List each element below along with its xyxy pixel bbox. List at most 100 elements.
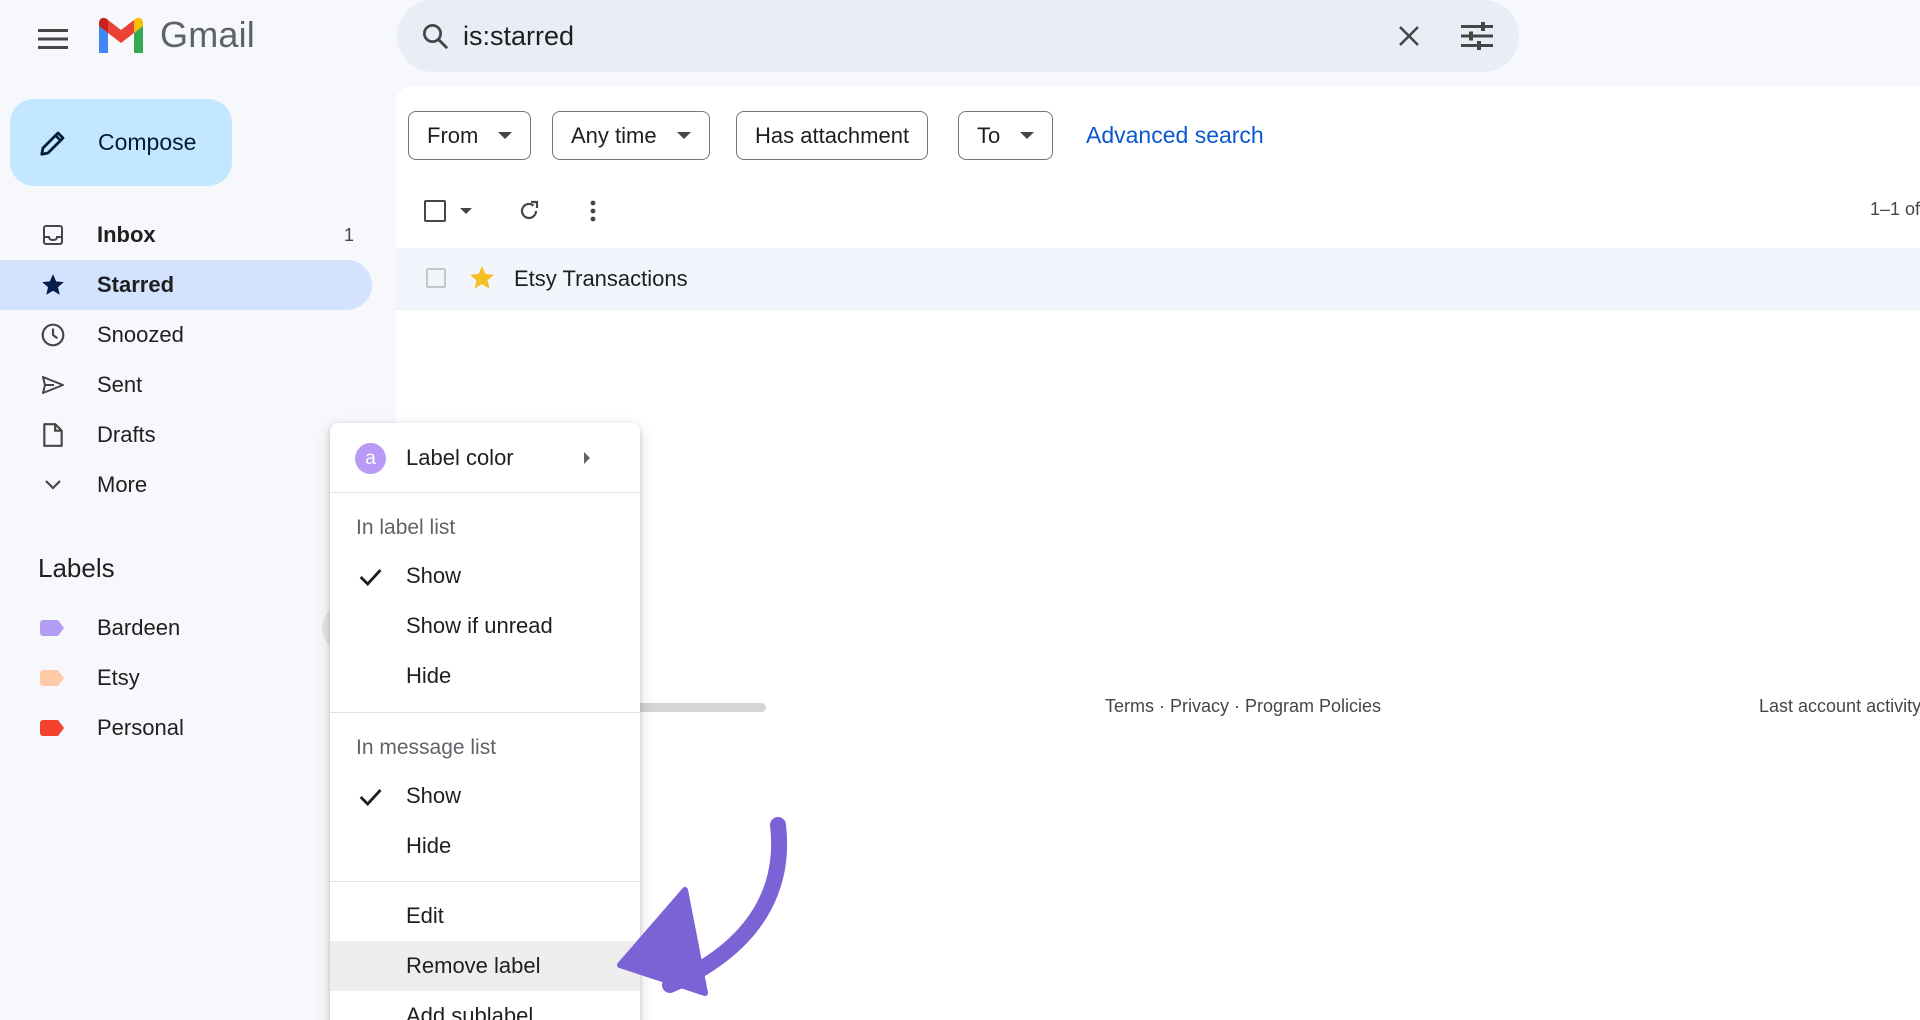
main-menu-button[interactable]	[32, 18, 74, 60]
menu-divider	[330, 712, 640, 713]
message-list-hide-item[interactable]: Hide	[330, 821, 640, 871]
sidebar-item-label: Starred	[97, 272, 175, 297]
label-tag-icon	[40, 670, 64, 686]
menu-item-label: Add sublabel	[406, 1003, 534, 1020]
menu-item-label: Edit	[406, 903, 444, 928]
chip-label: Has attachment	[755, 122, 910, 148]
label-list-show-if-unread-item[interactable]: Show if unread	[330, 601, 640, 651]
horizontal-scrollbar[interactable]	[626, 703, 766, 712]
sidebar-item-sent[interactable]: Sent	[0, 360, 372, 410]
label-color-swatch: a	[355, 443, 386, 474]
sidebar-item-snoozed[interactable]: Snoozed	[0, 310, 372, 360]
refresh-icon	[520, 200, 539, 220]
checkmark-icon	[359, 789, 382, 807]
more-actions-button[interactable]	[578, 196, 608, 226]
menu-item-label: Hide	[406, 833, 452, 858]
sidebar-item-more[interactable]: More	[0, 460, 372, 510]
remove-label-item[interactable]: Remove label	[330, 941, 640, 991]
clock-icon	[40, 322, 66, 348]
sidebar-item-inbox[interactable]: Inbox 1	[0, 210, 372, 260]
inbox-icon	[40, 222, 66, 248]
search-icon[interactable]	[415, 16, 455, 56]
chevron-down-icon	[40, 472, 66, 498]
sidebar-label-personal[interactable]: Personal	[0, 703, 320, 753]
search-input[interactable]	[463, 16, 1363, 56]
gmail-logo[interactable]: Gmail	[96, 14, 255, 56]
caret-down-icon	[1020, 132, 1035, 139]
labels-heading: Labels	[38, 553, 115, 583]
sidebar-item-label: Sent	[97, 372, 143, 397]
label-list-show-item[interactable]: Show	[330, 551, 640, 601]
filter-has-attachment-chip[interactable]: Has attachment	[736, 111, 929, 160]
sidebar-nav: Inbox 1 Starred Snoozed Sent Drafts More	[0, 210, 372, 510]
caret-down-icon	[676, 132, 691, 139]
search-options-button[interactable]	[1455, 14, 1499, 58]
gmail-m-icon	[99, 17, 143, 53]
menu-item-label: Remove label	[406, 953, 541, 978]
filter-to-chip[interactable]: To	[958, 111, 1054, 160]
menu-item-label: Show	[406, 563, 462, 588]
label-tag-icon	[40, 620, 64, 636]
sidebar-item-drafts[interactable]: Drafts	[0, 410, 372, 460]
menu-item-label: Show if unread	[406, 613, 553, 638]
advanced-search-link[interactable]: Advanced search	[1086, 122, 1264, 149]
search-bar[interactable]	[397, 0, 1519, 72]
message-row[interactable]: Etsy Transactions	[396, 248, 1920, 310]
label-context-menu: a Label color In label list Show Show if…	[330, 423, 640, 1020]
message-checkbox[interactable]	[426, 268, 446, 288]
sidebar-item-label: Snoozed	[97, 322, 184, 347]
caret-down-icon	[498, 132, 513, 139]
star-icon[interactable]	[466, 262, 498, 294]
chip-label: From	[427, 122, 479, 148]
footer-links[interactable]: Terms · Privacy · Program Policies	[1105, 696, 1381, 717]
hamburger-icon	[38, 29, 68, 49]
refresh-button[interactable]	[514, 196, 544, 226]
label-tag-icon	[40, 720, 64, 736]
label-color-menu-item[interactable]: a Label color	[330, 433, 640, 483]
tune-icon	[1461, 22, 1493, 50]
chip-label: Any time	[571, 122, 657, 148]
more-vert-icon	[590, 200, 596, 222]
labels-list: Bardeen Etsy Personal	[0, 603, 320, 753]
unread-count: 1	[344, 224, 355, 245]
checkmark-icon	[359, 569, 382, 587]
pagination-text: 1–1 of 1	[1870, 199, 1920, 219]
compose-label: Compose	[98, 129, 197, 155]
menu-divider	[330, 881, 640, 882]
label-name: Etsy	[97, 665, 140, 690]
pencil-icon	[40, 131, 65, 156]
menu-item-label: Label color	[406, 445, 514, 470]
sidebar-label-bardeen[interactable]: Bardeen	[0, 603, 320, 653]
label-name: Bardeen	[97, 615, 181, 640]
clear-search-button[interactable]	[1387, 14, 1431, 58]
chip-label: To	[977, 122, 1001, 148]
message-sender: Etsy Transactions	[514, 266, 688, 291]
add-sublabel-item[interactable]: Add sublabel	[330, 991, 640, 1020]
menu-item-label: Show	[406, 783, 462, 808]
filter-any-time-chip[interactable]: Any time	[552, 111, 710, 160]
filter-from-chip[interactable]: From	[408, 111, 532, 160]
sidebar-item-starred[interactable]: Starred	[0, 260, 372, 310]
last-account-activity[interactable]: Last account activity	[1759, 696, 1920, 717]
draft-icon	[40, 422, 66, 448]
in-label-list-heading: In label list	[356, 516, 456, 539]
menu-divider	[330, 492, 640, 493]
label-name: Personal	[97, 715, 184, 740]
send-icon	[40, 372, 66, 398]
edit-label-item[interactable]: Edit	[330, 891, 640, 941]
label-list-hide-item[interactable]: Hide	[330, 651, 640, 701]
app-name: Gmail	[160, 14, 256, 55]
sidebar-item-label: More	[97, 472, 148, 497]
sidebar-label-etsy[interactable]: Etsy	[0, 653, 320, 703]
select-all-checkbox[interactable]	[424, 200, 446, 222]
message-toolbar: 1–1 of 1	[396, 186, 1920, 236]
compose-button[interactable]: Compose	[10, 99, 232, 186]
submenu-arrow-icon	[584, 452, 590, 464]
message-list-show-item[interactable]: Show	[330, 771, 640, 821]
sidebar-item-label: Inbox	[97, 222, 156, 247]
star-icon	[40, 272, 66, 298]
select-options-caret-icon[interactable]	[460, 208, 472, 214]
in-message-list-heading: In message list	[356, 736, 497, 759]
sidebar-item-label: Drafts	[97, 422, 156, 447]
close-icon	[1399, 26, 1419, 46]
